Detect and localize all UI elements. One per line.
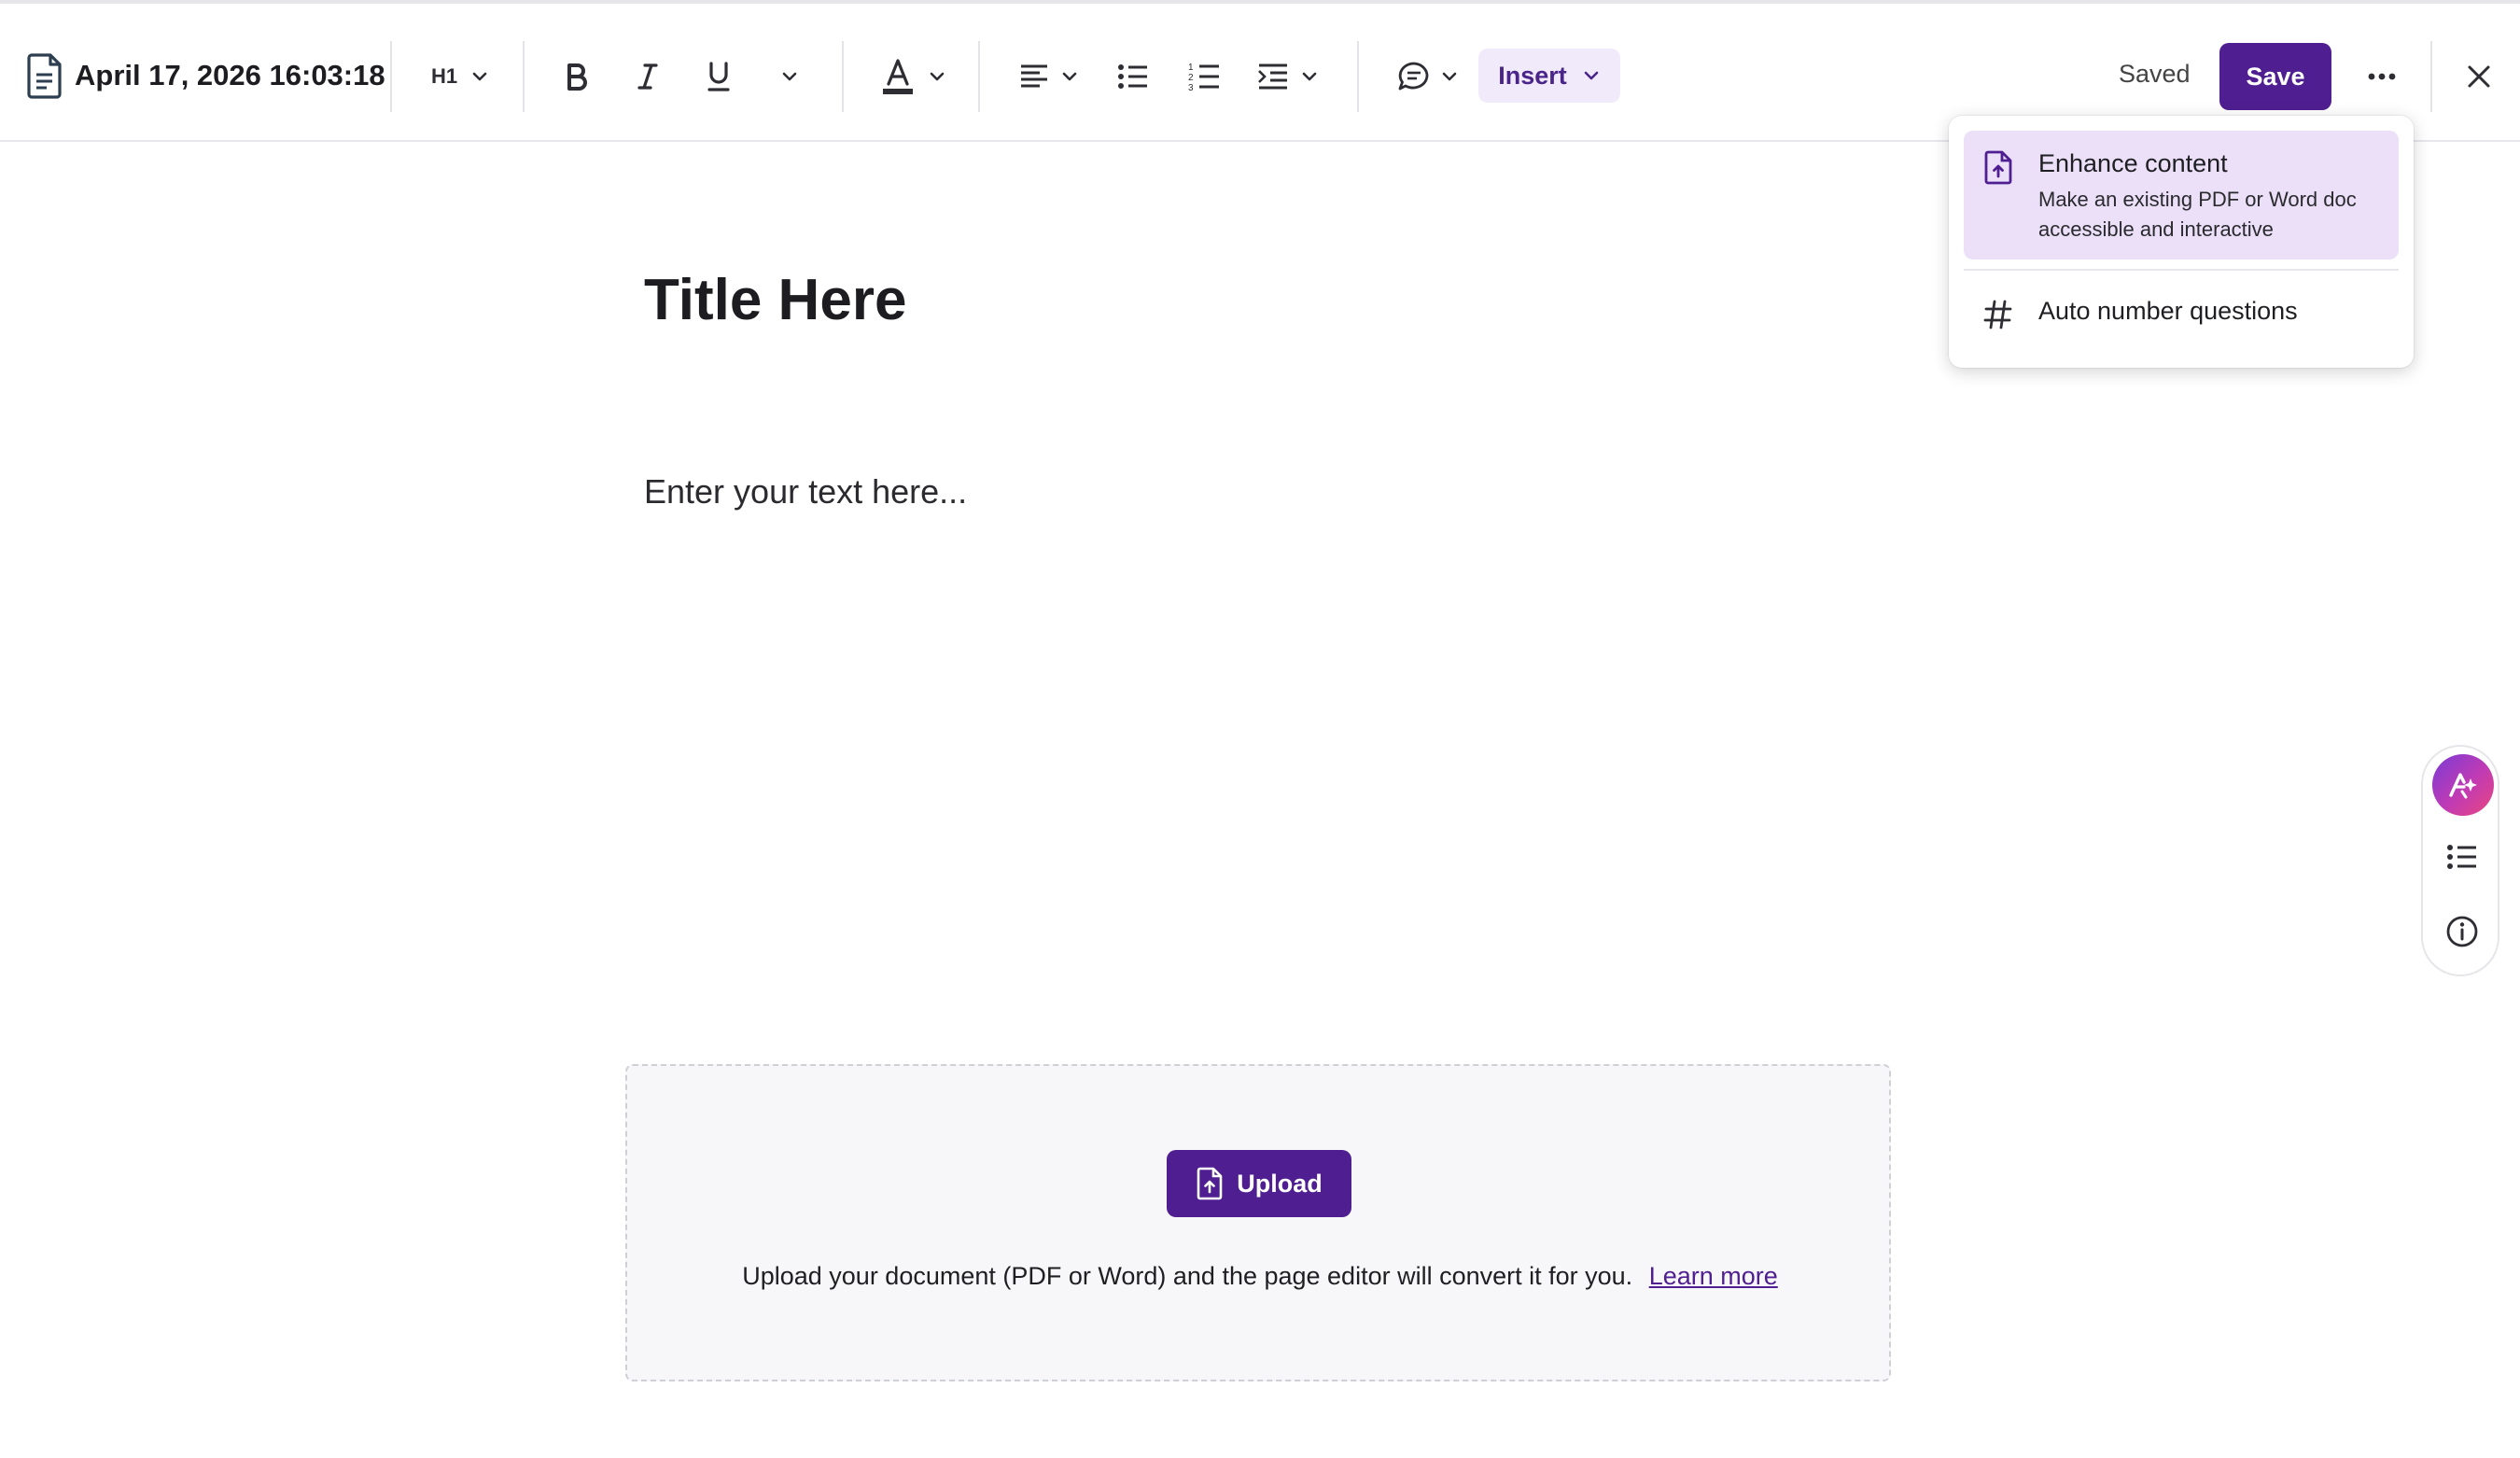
outline-icon — [2447, 845, 2476, 869]
more-formatting-dropdown[interactable] — [762, 45, 818, 108]
save-button[interactable]: Save — [2219, 43, 2331, 110]
svg-text:1: 1 — [1188, 63, 1194, 73]
more-icon — [2368, 73, 2396, 80]
page-title[interactable]: Title Here — [644, 263, 906, 338]
numbered-list-icon: 1 2 3 — [1188, 63, 1219, 92]
menu-item-title: Enhance content — [2038, 149, 2228, 177]
toolbar-divider — [978, 41, 980, 112]
toolbar-divider — [390, 41, 392, 112]
chevron-down-icon — [782, 72, 797, 81]
ai-assistant-button[interactable] — [2432, 754, 2494, 816]
insert-menu: Enhance content Make an existing PDF or … — [1949, 116, 2414, 368]
ai-assistant-icon — [2449, 773, 2477, 799]
bold-button[interactable] — [549, 45, 605, 108]
side-rail — [2421, 745, 2499, 976]
svg-text:2: 2 — [1188, 73, 1194, 83]
menu-item-title: Auto number questions — [2038, 297, 2298, 325]
upload-dropzone[interactable]: Upload Upload your document (PDF or Word… — [625, 1064, 1891, 1381]
text-color-icon — [883, 59, 913, 94]
upload-description: Upload your document (PDF or Word) and t… — [742, 1262, 1633, 1290]
more-options-button[interactable] — [2354, 49, 2410, 105]
info-icon — [2446, 916, 2478, 947]
toolbar-divider — [842, 41, 844, 112]
numbered-list-button[interactable]: 1 2 3 — [1176, 45, 1232, 108]
info-button[interactable] — [2440, 909, 2485, 954]
file-upload-icon — [1197, 1167, 1223, 1200]
svg-text:3: 3 — [1188, 83, 1194, 92]
insert-dropdown-button[interactable]: Insert — [1478, 49, 1620, 103]
align-left-icon — [1021, 64, 1047, 88]
indent-button[interactable] — [1251, 45, 1325, 108]
body-text-field[interactable]: Enter your text here... — [644, 469, 967, 515]
align-button[interactable] — [1014, 45, 1085, 108]
bold-icon — [567, 63, 587, 91]
chevron-down-icon — [1584, 71, 1599, 80]
close-button[interactable] — [2457, 49, 2501, 105]
upload-button-label: Upload — [1237, 1169, 1323, 1198]
insert-label: Insert — [1498, 61, 1567, 90]
learn-more-link[interactable]: Learn more — [1649, 1262, 1778, 1290]
comment-icon — [1398, 62, 1429, 91]
italic-icon — [637, 63, 658, 90]
chevron-down-icon — [1442, 72, 1457, 81]
heading-level-select[interactable]: H1 — [418, 49, 502, 105]
toolbar-divider — [1357, 41, 1359, 112]
indent-icon — [1258, 63, 1287, 90]
close-icon — [2468, 65, 2490, 88]
outline-button[interactable] — [2440, 834, 2485, 879]
bullet-list-icon — [1118, 64, 1147, 89]
save-status: Saved — [2119, 60, 2191, 88]
text-color-button[interactable] — [872, 45, 956, 108]
file-upload-icon — [1984, 150, 2012, 185]
hash-icon — [1983, 300, 2012, 329]
underline-button[interactable] — [691, 45, 747, 108]
upload-button[interactable]: Upload — [1167, 1150, 1351, 1217]
chevron-down-icon — [930, 72, 945, 81]
menu-item-enhance-content[interactable]: Enhance content Make an existing PDF or … — [1964, 131, 2399, 259]
underline-icon — [707, 62, 730, 91]
heading-level-value: H1 — [430, 64, 458, 88]
toolbar-divider — [523, 41, 525, 112]
toolbar-divider — [2430, 41, 2432, 112]
chevron-down-icon — [472, 72, 487, 81]
italic-button[interactable] — [620, 45, 676, 108]
document-title[interactable]: April 17, 2026 16:03:18 — [75, 56, 385, 95]
chevron-down-icon — [1302, 72, 1317, 81]
menu-divider — [1964, 269, 2399, 271]
document-icon — [24, 50, 65, 101]
chevron-down-icon — [1062, 72, 1077, 81]
bullet-list-button[interactable] — [1105, 45, 1161, 108]
comment-button[interactable] — [1391, 45, 1465, 108]
menu-item-description: Make an existing PDF or Word doc accessi… — [2038, 188, 2357, 241]
menu-item-auto-number-questions[interactable]: Auto number questions — [1964, 278, 2399, 353]
upload-help-text: Upload your document (PDF or Word) and t… — [627, 1262, 1893, 1291]
